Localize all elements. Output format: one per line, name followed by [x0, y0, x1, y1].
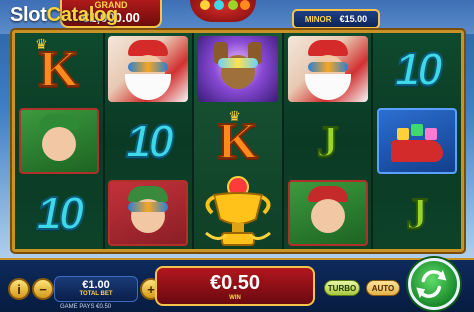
win-label: WIN — [229, 295, 241, 301]
symbol-10: 10 — [373, 33, 461, 105]
win-value: €0.50 — [209, 272, 261, 294]
symbol-santa — [105, 33, 193, 105]
turbo-button[interactable]: TURBO — [324, 280, 360, 296]
symbol-santa — [284, 33, 372, 105]
ten-symbol: 10 — [394, 42, 444, 96]
symbol-elf — [15, 105, 103, 177]
watermark-catalog: Catalog — [46, 4, 119, 26]
santa-icon — [287, 36, 368, 102]
j-symbol: J — [405, 188, 429, 239]
ten-symbol: 10 — [125, 114, 175, 168]
toy-icon — [240, 0, 250, 10]
auto-button[interactable]: AUTO — [366, 280, 400, 296]
symbol-elf-girl — [105, 177, 193, 249]
crown-icon: ♛ — [228, 109, 241, 125]
watermark-slot: Slot — [10, 4, 47, 26]
spin-button[interactable] — [408, 258, 460, 310]
symbol-elf — [284, 177, 372, 249]
reel-1: K ♛ 10 — [15, 33, 105, 249]
symbol-k: K ♛ — [194, 105, 282, 177]
crown-icon: ♛ — [35, 37, 48, 53]
toy-icon — [228, 0, 238, 10]
trophy-icon — [205, 176, 271, 246]
elf-icon — [18, 108, 99, 174]
watermark-logo: SlotCatalog — [10, 4, 118, 27]
total-bet-value: €1.00 — [82, 279, 110, 291]
symbol-10: 10 — [105, 105, 193, 177]
reel-4: J — [283, 33, 374, 249]
control-bar: i − €1.00 TOTAL BET + GAME PAYS €0.50 €0… — [0, 258, 474, 312]
bet-minus-button[interactable]: − — [32, 278, 54, 300]
toy-icon — [214, 0, 224, 10]
j-symbol: J — [316, 116, 340, 167]
info-button[interactable]: i — [8, 278, 30, 300]
spin-arrows-icon — [416, 269, 447, 299]
symbol-reindeer — [194, 33, 282, 105]
reel-grid: K ♛ 10 10 K ♛ J 10 J — [15, 33, 461, 249]
elf-girl-icon — [108, 180, 189, 246]
symbol-j: J — [284, 105, 372, 177]
total-bet-label: TOTAL BET — [79, 291, 113, 297]
symbol-10: 10 — [15, 177, 103, 249]
game-pays-text: GAME PAYS €0.50 — [60, 304, 112, 310]
santa-icon — [108, 36, 189, 102]
symbol-sleigh — [373, 105, 461, 177]
symbol-trophy — [194, 176, 282, 249]
reel-2: 10 — [104, 33, 195, 249]
sleigh-icon — [377, 108, 458, 174]
minor-jackpot: MINOR €15.00 — [292, 9, 380, 29]
win-display: €0.50 WIN — [155, 266, 315, 306]
ten-symbol: 10 — [35, 186, 85, 240]
reindeer-icon — [197, 36, 278, 102]
minor-jackpot-value: €15.00 — [339, 14, 368, 24]
symbol-j: J — [373, 177, 461, 249]
toy-icon — [200, 0, 210, 10]
total-bet-display: €1.00 TOTAL BET — [54, 276, 138, 302]
minor-jackpot-label: MINOR — [304, 14, 332, 24]
reel-3: K ♛ — [194, 33, 284, 249]
game-screen: GRAND €1,000.00 SlotCatalog MINOR €15.00… — [0, 0, 474, 312]
elf-icon — [287, 180, 368, 246]
reel-5: 10 J — [373, 33, 461, 249]
symbol-k: K ♛ — [15, 33, 103, 105]
